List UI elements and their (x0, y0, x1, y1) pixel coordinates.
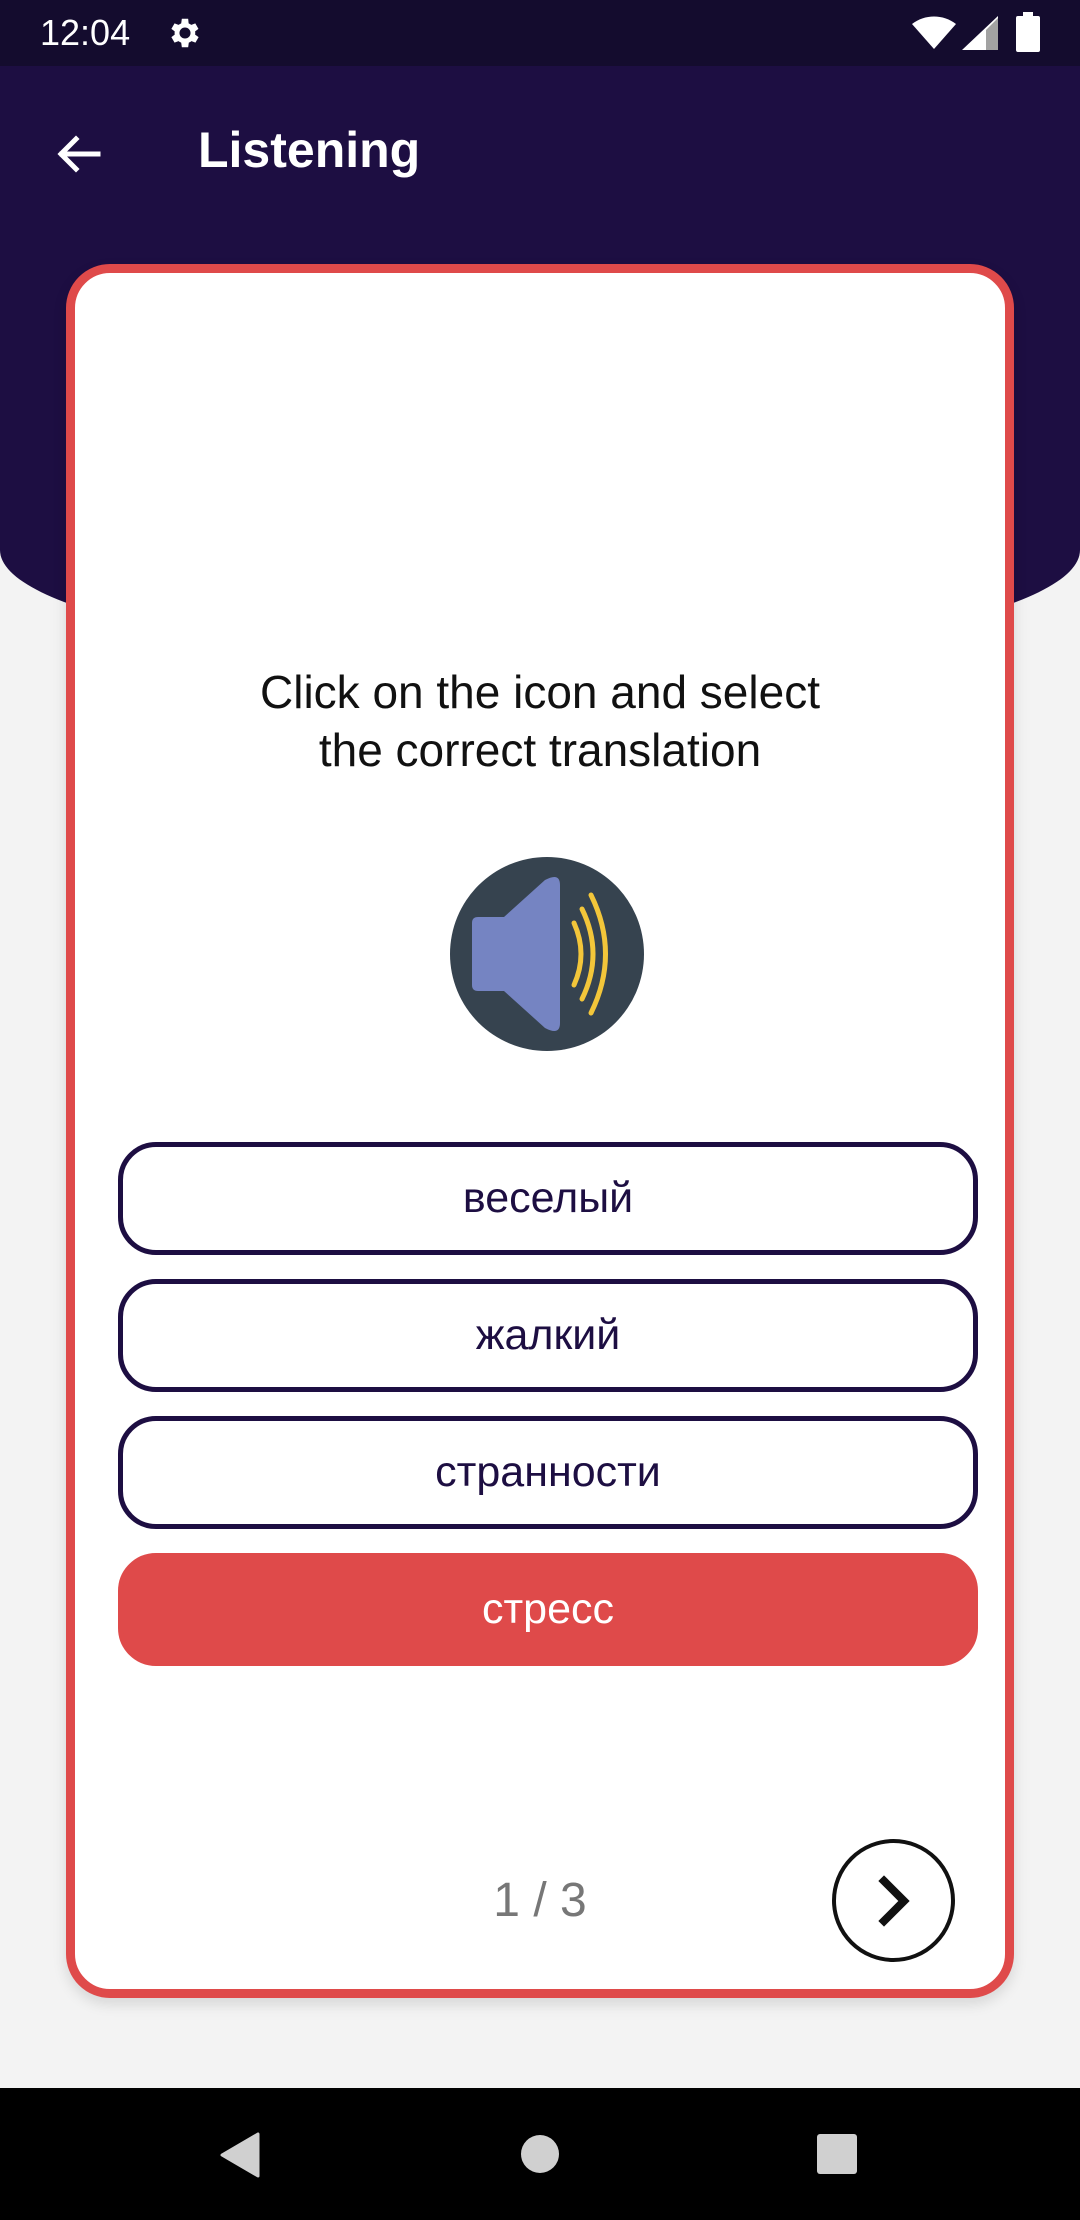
nav-back-icon[interactable] (218, 2132, 260, 2178)
chevron-right-icon (877, 1874, 910, 1927)
page-title: Listening (198, 122, 421, 178)
app-bar: Listening (0, 66, 1080, 226)
instruction-text: Click on the icon and select the correct… (260, 666, 820, 776)
question-card: Click on the icon and select the correct… (66, 264, 1014, 1998)
arrow-left-icon (57, 135, 101, 173)
answer-option[interactable]: странности (118, 1416, 978, 1529)
gear-icon (171, 18, 199, 48)
answer-option[interactable]: веселый (118, 1142, 978, 1255)
nav-home-icon[interactable] (520, 2134, 560, 2174)
next-button[interactable] (832, 1839, 955, 1962)
status-bar: 12:04 (0, 0, 1080, 66)
answer-option-selected[interactable]: стресс (118, 1553, 978, 1666)
back-button[interactable] (36, 112, 120, 196)
navigation-bar (0, 2088, 1080, 2220)
status-time: 12:04 (40, 12, 131, 53)
battery-icon (1016, 12, 1040, 52)
wifi-icon (912, 16, 956, 49)
signal-icon (962, 16, 998, 50)
speaker-icon[interactable] (450, 857, 644, 1051)
nav-recents-icon[interactable] (816, 2134, 858, 2174)
answer-option[interactable]: жалкий (118, 1279, 978, 1392)
